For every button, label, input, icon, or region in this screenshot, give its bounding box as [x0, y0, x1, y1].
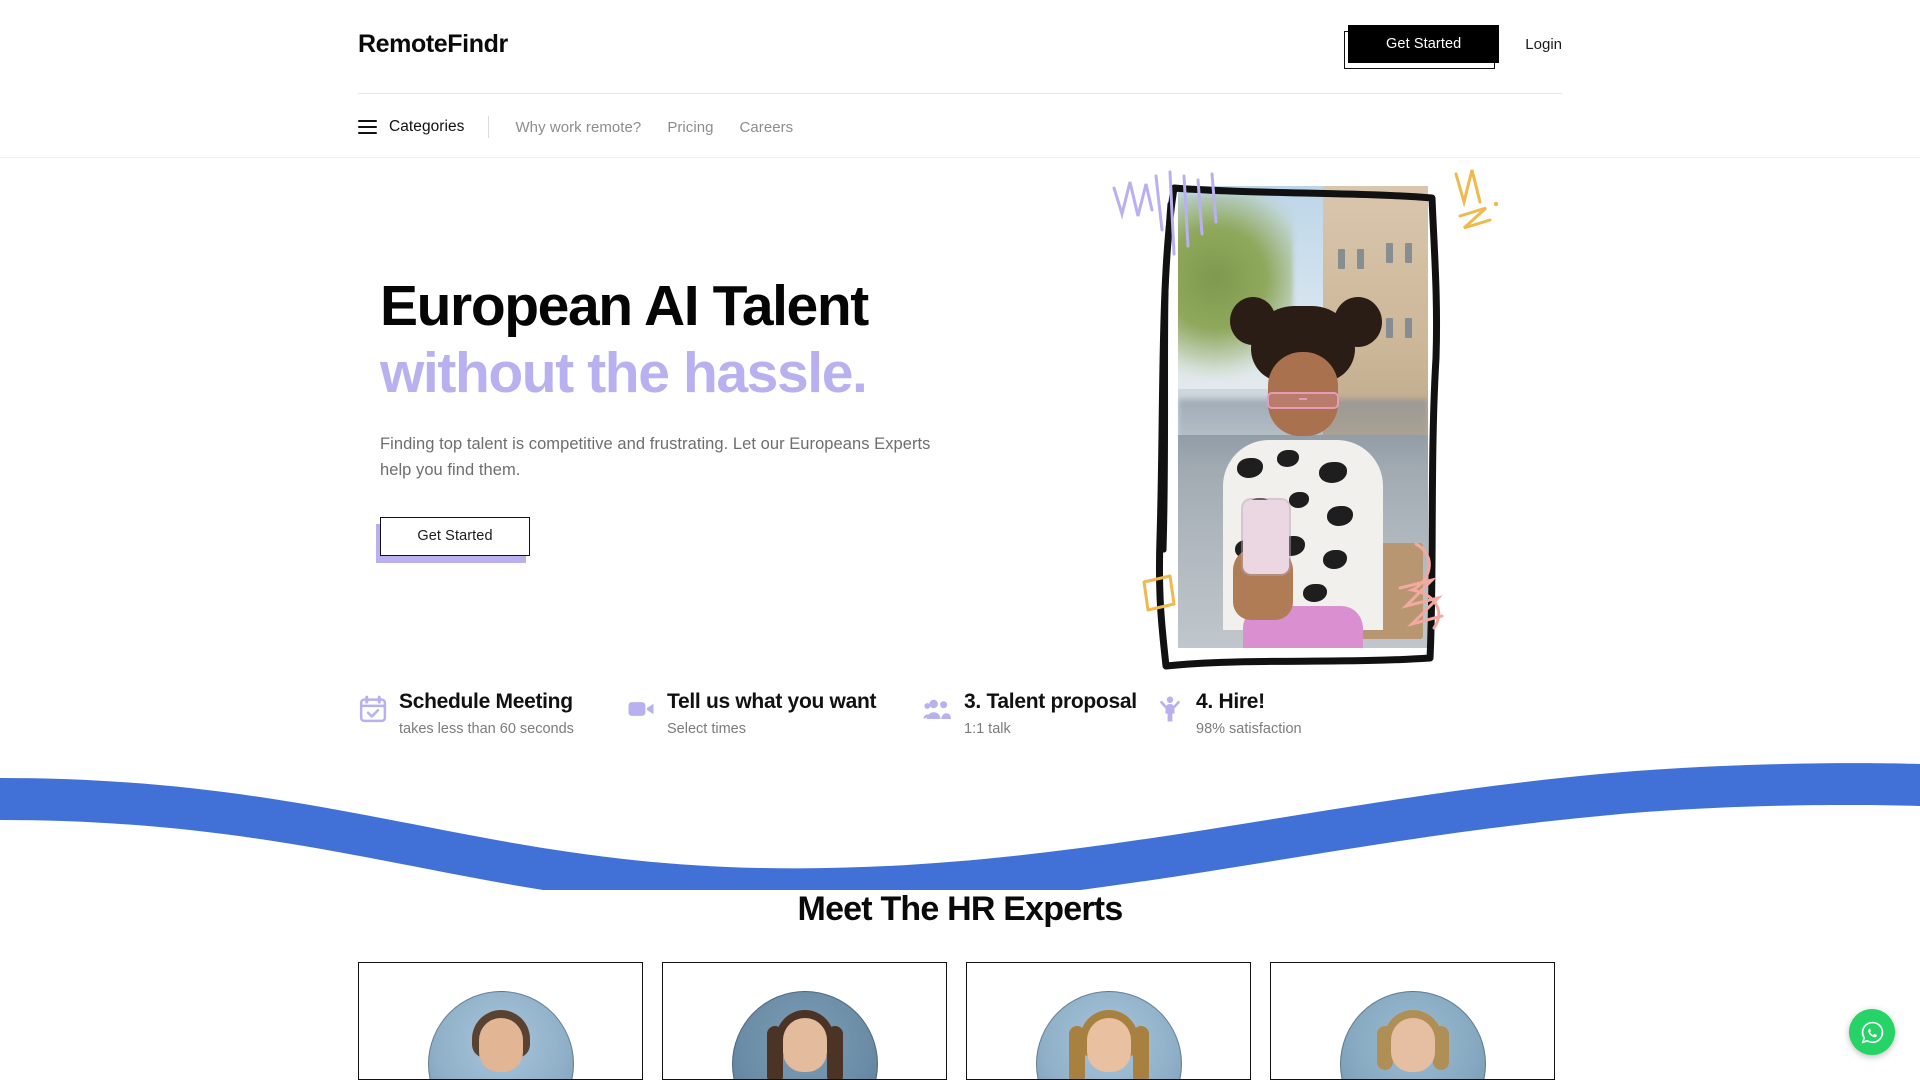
- header-divider: [358, 93, 1562, 94]
- brand-logo[interactable]: RemoteFindr: [358, 30, 508, 59]
- yellow-square-doodle: [1142, 574, 1176, 612]
- experts-cards-row: [358, 962, 1555, 1080]
- hero-cta-wrap: Get Started: [376, 516, 530, 563]
- login-link[interactable]: Login: [1525, 36, 1562, 53]
- yellow-zigzag-doodle: [1454, 169, 1499, 230]
- hero-photo: [1178, 186, 1428, 648]
- hero-section: European AI Talent without the hassle. F…: [0, 158, 1920, 758]
- step-subtitle: 1:1 talk: [964, 721, 1011, 738]
- hero-heading-line1: European AI Talent: [380, 274, 869, 338]
- hero-artwork: [1090, 158, 1510, 718]
- expert-card-2[interactable]: [662, 962, 947, 1080]
- landing-page: RemoteFindr Get Started Login Categories…: [0, 0, 1920, 1080]
- photo-pink-glasses: [1267, 391, 1339, 409]
- steps-row: Schedule Meeting takes less than 60 seco…: [358, 690, 1302, 737]
- step-subtitle: takes less than 60 seconds: [399, 721, 574, 738]
- step-schedule-meeting: Schedule Meeting takes less than 60 seco…: [358, 690, 626, 737]
- step-title: Tell us what you want: [667, 690, 877, 713]
- expert-card-1[interactable]: [358, 962, 643, 1080]
- hero-copy: European AI Talent without the hassle. F…: [376, 273, 940, 563]
- avatar: [731, 991, 878, 1079]
- step-subtitle: 98% satisfaction: [1196, 721, 1302, 738]
- whatsapp-icon: [1861, 1021, 1883, 1043]
- hero-heading-line2: without the hassle.: [380, 340, 868, 405]
- people-group-icon: [923, 699, 951, 719]
- hero-subtitle: Finding top talent is competitive and fr…: [380, 435, 931, 479]
- wave-path: [0, 763, 1920, 890]
- step-talent-proposal: 3. Talent proposal 1:1 talk: [923, 690, 1155, 737]
- nav-divider: [488, 116, 490, 138]
- nav-links: Why work remote? Pricing Careers: [515, 119, 793, 136]
- nav-inner: Categories Why work remote? Pricing Care…: [358, 97, 793, 157]
- avatar: [427, 991, 574, 1079]
- expert-card-3[interactable]: [966, 962, 1251, 1080]
- whatsapp-chat-button[interactable]: [1849, 1009, 1895, 1055]
- header-inner: RemoteFindr Get Started Login: [358, 0, 1562, 97]
- header-actions: Get Started Login: [1344, 25, 1562, 69]
- nav-item-careers[interactable]: Careers: [740, 119, 794, 136]
- blue-wave-divider: [0, 763, 1920, 890]
- calendar-check-icon: [359, 695, 387, 723]
- header-get-started-button[interactable]: Get Started: [1348, 25, 1500, 63]
- primary-nav: Categories Why work remote? Pricing Care…: [0, 97, 1920, 158]
- photo-phone: [1243, 500, 1289, 575]
- nav-item-pricing[interactable]: Pricing: [667, 119, 713, 136]
- step-tell-us-what-you-want: Tell us what you want Select times: [626, 690, 923, 737]
- video-camera-icon: [628, 702, 654, 716]
- site-header: RemoteFindr Get Started Login: [0, 0, 1920, 97]
- person-cheer-icon: [1160, 696, 1180, 722]
- experts-section-title: Meet The HR Experts: [797, 890, 1124, 928]
- header-cta-wrap: Get Started: [1344, 25, 1500, 69]
- step-title: 4. Hire!: [1196, 690, 1265, 713]
- nav-item-categories[interactable]: Categories: [389, 118, 464, 136]
- expert-card-4[interactable]: [1270, 962, 1555, 1080]
- nav-item-why-work-remote[interactable]: Why work remote?: [515, 119, 641, 136]
- hamburger-icon[interactable]: [358, 120, 377, 134]
- avatar: [1035, 991, 1182, 1079]
- avatar: [1339, 991, 1486, 1079]
- step-title: 3. Talent proposal: [964, 690, 1137, 713]
- hero-get-started-button[interactable]: Get Started: [380, 516, 530, 556]
- hero-heading: European AI Talent without the hassle.: [380, 273, 940, 406]
- step-subtitle: Select times: [667, 721, 746, 738]
- step-hire: 4. Hire! 98% satisfaction: [1155, 690, 1302, 737]
- step-title: Schedule Meeting: [399, 690, 573, 713]
